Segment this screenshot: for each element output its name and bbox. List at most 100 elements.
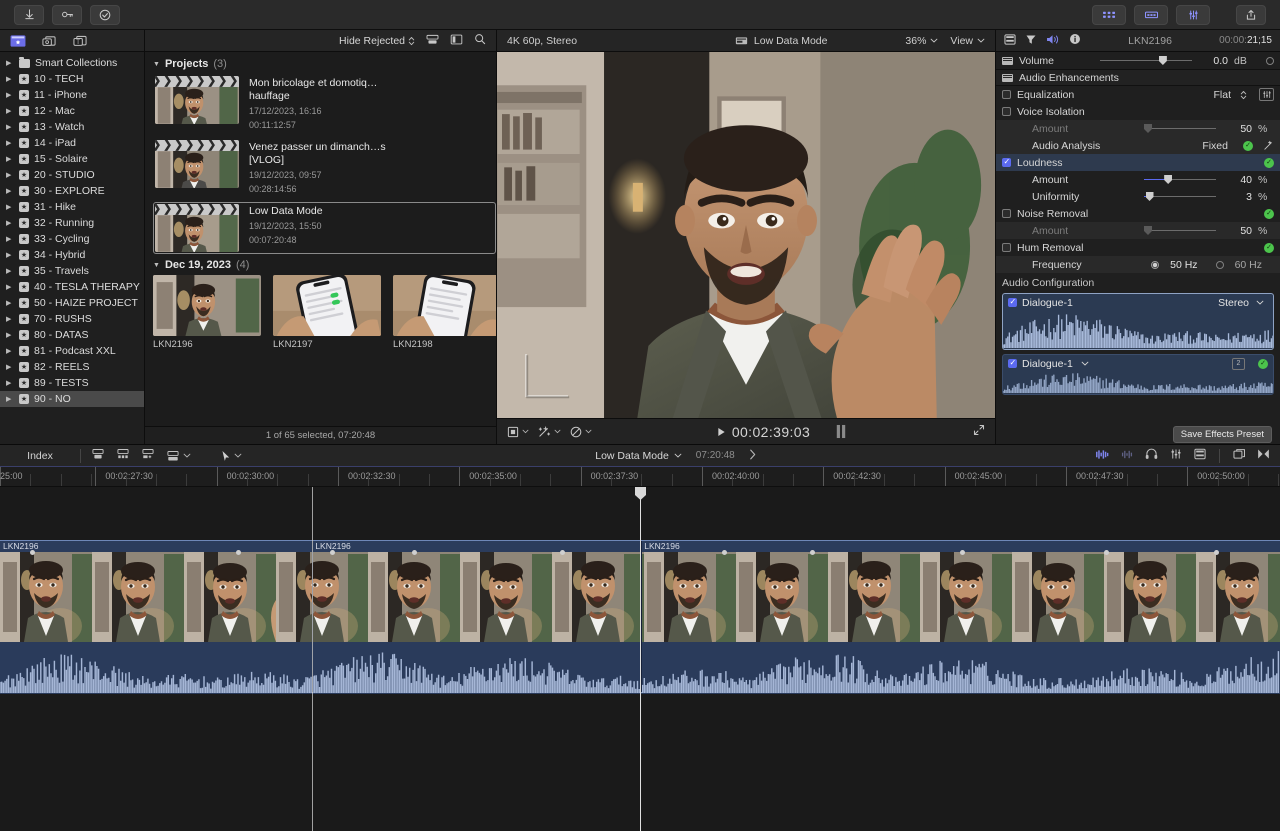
- sidebar-item-34-hybrid[interactable]: ▶ ★ 34 - Hybrid: [0, 247, 144, 263]
- disclosure-triangle-icon[interactable]: ▶: [6, 364, 14, 371]
- disclosure-triangle-icon[interactable]: ▶: [6, 76, 14, 83]
- index-icon[interactable]: [1194, 448, 1206, 463]
- disclosure-triangle-icon[interactable]: ▶: [6, 396, 14, 403]
- clip-thumbnail[interactable]: [393, 275, 496, 336]
- disclosure-triangle-icon[interactable]: ▶: [6, 60, 14, 67]
- sidebar-item-35-travels[interactable]: ▶ ★ 35 - Travels: [0, 263, 144, 279]
- clip-cell[interactable]: LKN2198: [393, 275, 496, 350]
- disclosure-triangle-icon[interactable]: ▶: [6, 348, 14, 355]
- overwrite-icon[interactable]: [166, 450, 191, 462]
- share-button[interactable]: [1236, 4, 1266, 25]
- browser-group-header[interactable]: ▼ Dec 19, 2023 (4): [153, 259, 496, 271]
- inspector-row-amount[interactable]: Amount 50%: [996, 120, 1280, 137]
- row-checkbox[interactable]: [1002, 107, 1011, 116]
- sidebar-item-32-running[interactable]: ▶ ★ 32 - Running: [0, 215, 144, 231]
- disclosure-triangle-icon[interactable]: ▶: [6, 380, 14, 387]
- playhead-handle[interactable]: [635, 487, 646, 500]
- clip-grid[interactable]: LKN2196 LKN2197 LKN2198: [153, 275, 496, 350]
- inspector-row-loudness[interactable]: Loudness ✓: [996, 154, 1280, 171]
- disclosure-triangle-icon[interactable]: ▶: [6, 252, 14, 259]
- sidebar-item-82-reels[interactable]: ▶ ★ 82 - REELS: [0, 359, 144, 375]
- crop-transform-icon[interactable]: [507, 426, 529, 438]
- row-checkbox[interactable]: [1002, 209, 1011, 218]
- next-project-button[interactable]: [749, 449, 756, 463]
- sidebar-item-50-haize-project[interactable]: ▶ ★ 50 - HAIZE PROJECT: [0, 295, 144, 311]
- sidebar-item-31-hike[interactable]: ▶ ★ 31 - Hike: [0, 199, 144, 215]
- color-balance-icon[interactable]: [570, 426, 592, 438]
- timeline-index-button[interactable]: Index: [10, 450, 70, 462]
- disclosure-triangle-icon[interactable]: ▶: [6, 92, 14, 99]
- inspector-rows[interactable]: Equalization Flat Voice Isolation Amount 50%…: [996, 86, 1280, 273]
- audio-component-header[interactable]: Dialogue-1 2 ✓: [1003, 355, 1273, 372]
- sidebar-item-15-solaire[interactable]: ▶ ★ 15 - Solaire: [0, 151, 144, 167]
- clip-appearance-icon[interactable]: [1257, 448, 1270, 463]
- inspector-row-amount[interactable]: Amount 50%: [996, 222, 1280, 239]
- inspector-row-frequency[interactable]: Frequency 50 Hz 60 Hz: [996, 256, 1280, 273]
- timeline-skimmer[interactable]: [312, 487, 314, 831]
- row-checkbox[interactable]: [1002, 157, 1011, 167]
- frequency-radio[interactable]: [1151, 260, 1160, 269]
- zoom-fit-icon[interactable]: [1233, 448, 1246, 463]
- transport-timecode-group[interactable]: 00:02:39:03: [592, 424, 973, 440]
- disclosure-triangle-icon[interactable]: ▶: [6, 284, 14, 291]
- disclosure-triangle-icon[interactable]: ▶: [6, 300, 14, 307]
- browser-content[interactable]: ▼ Projects (3) ❯❯❯❯❯❯❯❯ Mon bricolage et do…: [145, 52, 496, 426]
- audio-inspector-icon[interactable]: [1046, 34, 1060, 48]
- clip-boundary[interactable]: [641, 541, 643, 692]
- info-inspector-icon[interactable]: [1069, 33, 1081, 48]
- row-slider[interactable]: [1144, 192, 1216, 202]
- sidebar-item-90-no[interactable]: ▶ ★ 90 - NO: [0, 391, 144, 407]
- sidebar-item-80-datas[interactable]: ▶ ★ 80 - DATAS: [0, 327, 144, 343]
- disclosure-triangle-icon[interactable]: ▶: [6, 236, 14, 243]
- disclosure-triangle-icon[interactable]: ▶: [6, 220, 14, 227]
- disclosure-triangle-icon[interactable]: ▶: [6, 204, 14, 211]
- disclosure-triangle-icon[interactable]: ▶: [6, 108, 14, 115]
- disclosure-triangle-icon[interactable]: ▶: [6, 124, 14, 131]
- project-thumbnail[interactable]: ❯❯❯❯❯❯❯❯: [155, 76, 239, 124]
- viewer-zoom-menu[interactable]: 36%: [905, 35, 938, 47]
- sidebar-item-20-studio[interactable]: ▶ ★ 20 - STUDIO: [0, 167, 144, 183]
- disclosure-triangle-icon[interactable]: ▼: [153, 262, 160, 269]
- inspector-row-noise-removal[interactable]: Noise Removal ✓: [996, 205, 1280, 222]
- sidebar-item-smart-collections[interactable]: ▶ Smart Collections: [0, 55, 144, 71]
- audio-enhancements-header[interactable]: Audio Enhancements: [996, 69, 1280, 86]
- volume-slider[interactable]: [1100, 56, 1192, 66]
- volume-reset-button[interactable]: [1266, 56, 1274, 65]
- sidebar-item-10-tech[interactable]: ▶ ★ 10 - TECH: [0, 71, 144, 87]
- enhancements-icon[interactable]: [538, 425, 561, 438]
- disclosure-triangle-icon[interactable]: ▶: [6, 268, 14, 275]
- sidebar-item-30-explore[interactable]: ▶ ★ 30 - EXPLORE: [0, 183, 144, 199]
- project-list-item[interactable]: ❯❯❯❯❯❯❯❯ Venez passer un dimanch…s [VLOG…: [153, 138, 496, 197]
- component-checkbox[interactable]: [1008, 297, 1017, 307]
- updown-chevron-icon[interactable]: [1240, 90, 1247, 100]
- clip-cell[interactable]: LKN2197: [273, 275, 381, 350]
- viewer-canvas[interactable]: [497, 52, 995, 418]
- video-inspector-icon[interactable]: [1004, 33, 1016, 48]
- timeline-playhead[interactable]: [635, 487, 646, 831]
- tool-select-icon[interactable]: [221, 450, 242, 462]
- disclosure-triangle-icon[interactable]: ▶: [6, 140, 14, 147]
- disclosure-triangle-icon[interactable]: ▶: [6, 332, 14, 339]
- project-list-item[interactable]: ❯❯❯❯❯❯❯❯ Mon bricolage et domotiq…hauffa…: [153, 74, 496, 133]
- frequency-radio[interactable]: [1215, 260, 1224, 269]
- row-slider[interactable]: [1144, 124, 1216, 134]
- inspector-row-voice-isolation[interactable]: Voice Isolation: [996, 103, 1280, 120]
- append-icon[interactable]: [91, 448, 105, 463]
- titles-generators-button[interactable]: [1134, 4, 1168, 25]
- row-slider[interactable]: [1144, 226, 1216, 236]
- effects-browser-button[interactable]: [1092, 4, 1126, 25]
- sidebar-item-40-tesla-therapy[interactable]: ▶ ★ 40 - TESLA THERAPY: [0, 279, 144, 295]
- component-checkbox[interactable]: [1008, 358, 1017, 368]
- project-list-item[interactable]: ❯❯❯❯❯❯❯❯ Low Data Mode 19/12/2023, 15:50 0…: [153, 202, 496, 254]
- magic-wand-icon[interactable]: [1263, 140, 1274, 151]
- audio-component-card[interactable]: Dialogue-1 Stereo: [1002, 293, 1274, 350]
- disclosure-triangle-icon[interactable]: ▶: [6, 172, 14, 179]
- sidebar-item-13-watch[interactable]: ▶ ★ 13 - Watch: [0, 119, 144, 135]
- clip-cell[interactable]: LKN2196: [153, 275, 261, 350]
- color-inspector-button[interactable]: [1176, 4, 1210, 25]
- save-effects-preset-button[interactable]: Save Effects Preset: [1172, 425, 1272, 443]
- clip-thumbnail[interactable]: [273, 275, 381, 336]
- search-icon[interactable]: [474, 33, 486, 48]
- inspector-row-audio-analysis[interactable]: Audio Analysis Fixed ✓: [996, 137, 1280, 154]
- libraries-tab[interactable]: [9, 33, 26, 48]
